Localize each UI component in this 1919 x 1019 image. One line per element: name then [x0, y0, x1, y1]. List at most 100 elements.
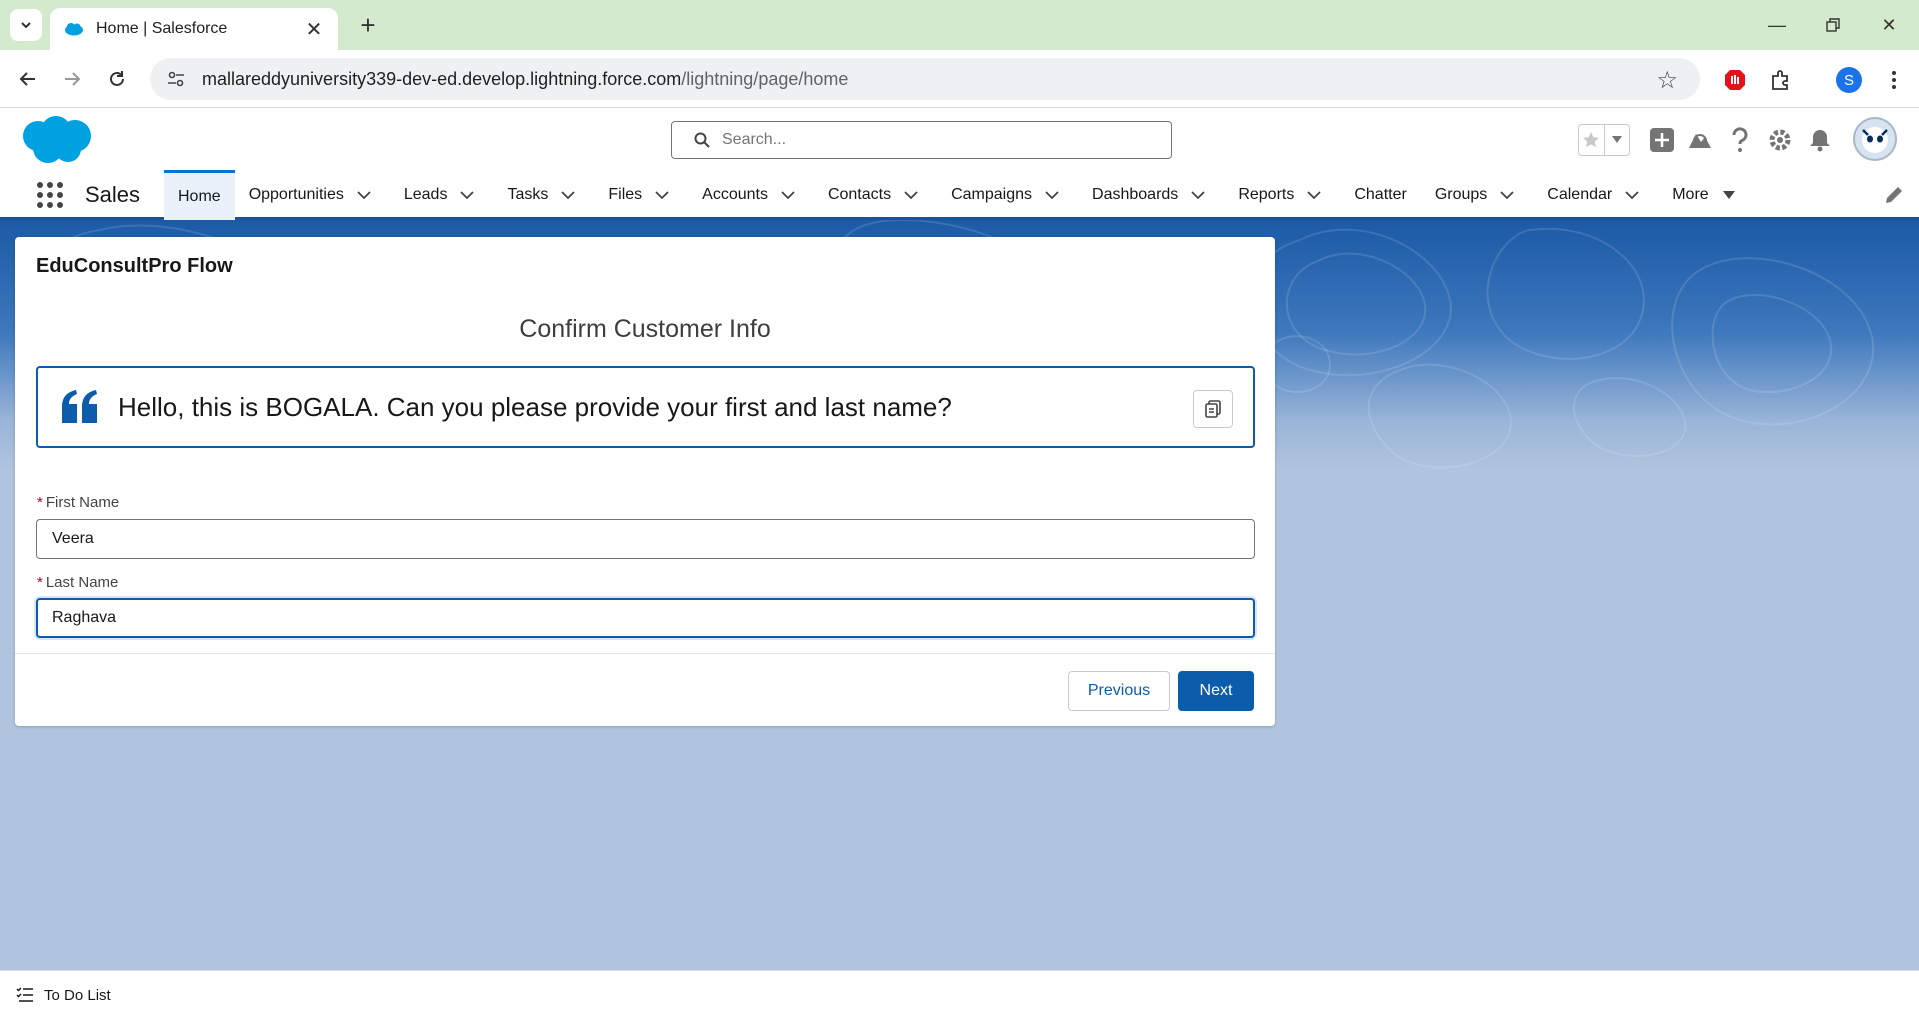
favorites-button-group [1578, 124, 1630, 156]
copy-button[interactable] [1193, 390, 1233, 428]
nav-item-calendar[interactable]: Calendar [1533, 170, 1658, 220]
favorites-dropdown-icon[interactable] [1603, 125, 1630, 155]
next-button[interactable]: Next [1178, 671, 1254, 711]
url-path: /lightning/page/home [681, 68, 849, 89]
user-avatar[interactable] [1853, 117, 1897, 161]
caret-down-icon[interactable] [1721, 190, 1737, 200]
minimize-icon[interactable]: — [1757, 10, 1797, 40]
chevron-down-icon[interactable] [903, 190, 919, 200]
first-name-input[interactable] [36, 519, 1255, 559]
chevron-down-icon[interactable] [1190, 190, 1206, 200]
global-header [0, 108, 1919, 170]
quote-icon [62, 390, 97, 423]
last-name-label: * Last Name [37, 574, 119, 591]
chevron-down-icon[interactable] [1306, 190, 1322, 200]
nav-item-label: Opportunities [248, 186, 344, 203]
search-input[interactable] [722, 131, 1142, 149]
nav-item-label: Contacts [827, 186, 892, 203]
nav-item-more[interactable]: More [1658, 170, 1754, 220]
chevron-down-icon[interactable] [654, 190, 670, 200]
chevron-down-icon[interactable] [356, 190, 372, 200]
bookmark-star-icon[interactable]: ☆ [1656, 66, 1678, 95]
app-navigation-bar: Sales Home Opportunities Leads Tasks Files Ac… [0, 170, 1919, 220]
chevron-down-icon[interactable] [1624, 190, 1640, 200]
site-info-icon[interactable] [164, 67, 188, 91]
search-icon [694, 132, 710, 148]
flow-footer-divider [15, 653, 1275, 654]
copy-icon [1205, 400, 1221, 418]
nav-item-label: Leads [403, 186, 448, 203]
browser-menu-icon[interactable] [1880, 66, 1908, 94]
nav-item-files[interactable]: Files [594, 170, 688, 220]
quote-text: Hello, this is BOGALA. Can you please pr… [118, 391, 952, 422]
trailhead-guidance-icon[interactable] [1684, 124, 1716, 156]
previous-button[interactable]: Previous [1068, 671, 1170, 711]
forward-icon[interactable] [56, 63, 88, 95]
favorite-star-icon[interactable] [1579, 125, 1604, 155]
edit-nav-pencil-icon[interactable] [1883, 184, 1905, 206]
new-tab-button[interactable]: + [352, 9, 384, 41]
nav-item-label: Chatter [1354, 186, 1407, 203]
chevron-down-icon[interactable] [1499, 190, 1515, 200]
browser-tab-strip: Home | Salesforce ✕ + — ✕ [0, 0, 1919, 50]
reload-icon[interactable] [101, 63, 133, 95]
nav-item-label: Reports [1238, 186, 1295, 203]
nav-item-groups[interactable]: Groups [1421, 170, 1533, 220]
nav-item-label: Files [608, 186, 643, 203]
nav-item-label: Campaigns [951, 186, 1033, 203]
back-icon[interactable] [12, 63, 44, 95]
app-name: Sales [85, 182, 141, 207]
nav-item-leads[interactable]: Leads [390, 170, 494, 220]
salesforce-favicon-icon [65, 23, 83, 36]
restore-icon[interactable] [1813, 10, 1853, 40]
nav-item-home[interactable]: Home [164, 170, 235, 220]
astro-avatar-icon [1862, 127, 1888, 153]
todo-list-button[interactable]: To Do List [44, 987, 111, 1004]
chevron-down-icon[interactable] [459, 190, 475, 200]
nav-item-tasks[interactable]: Tasks [493, 170, 594, 220]
browser-toolbar: mallareddyuniversity339-dev-ed.develop.l… [0, 50, 1919, 108]
global-search[interactable] [671, 121, 1172, 159]
url-host: mallareddyuniversity339-dev-ed.develop.l… [202, 68, 682, 89]
close-window-icon[interactable]: ✕ [1869, 10, 1909, 40]
nav-item-opportunities[interactable]: Opportunities [235, 170, 390, 220]
app-launcher-icon[interactable] [35, 180, 65, 210]
required-mark: * [37, 494, 43, 511]
nav-item-label: Home [178, 187, 221, 205]
chevron-down-icon[interactable] [780, 190, 796, 200]
todo-list-icon [16, 987, 33, 1002]
script-quote-box: Hello, this is BOGALA. Can you please pr… [36, 366, 1255, 448]
global-actions-add-icon[interactable] [1646, 124, 1678, 156]
nav-item-dashboards[interactable]: Dashboards [1078, 170, 1224, 220]
last-name-input[interactable] [36, 598, 1255, 638]
salesforce-logo[interactable] [18, 114, 94, 166]
extensions-puzzle-icon[interactable] [1767, 66, 1795, 94]
chevron-down-icon[interactable] [560, 190, 576, 200]
nav-item-chatter[interactable]: Chatter [1340, 170, 1420, 220]
nav-item-reports[interactable]: Reports [1224, 170, 1340, 220]
nav-item-contacts[interactable]: Contacts [814, 170, 937, 220]
tab-close-icon[interactable]: ✕ [304, 17, 324, 42]
nav-item-label: More [1672, 186, 1709, 203]
nav-item-label: Calendar [1547, 186, 1613, 203]
tab-search-button[interactable] [10, 9, 42, 41]
chevron-down-icon[interactable] [1044, 190, 1060, 200]
flow-card: EduConsultPro Flow Confirm Customer Info… [15, 237, 1275, 726]
nav-item-campaigns[interactable]: Campaigns [937, 170, 1078, 220]
nav-items: Home Opportunities Leads Tasks Files Accounts… [164, 170, 1755, 220]
help-icon[interactable] [1724, 124, 1756, 156]
setup-gear-icon[interactable] [1764, 124, 1796, 156]
chevron-down-icon [21, 22, 31, 29]
browser-tab[interactable]: Home | Salesforce ✕ [50, 8, 338, 50]
required-mark: * [37, 574, 43, 591]
adblock-extension-icon[interactable] [1721, 66, 1749, 94]
browser-profile-avatar[interactable]: S [1836, 67, 1862, 93]
notifications-bell-icon[interactable] [1804, 124, 1836, 156]
tab-title: Home | Salesforce [96, 20, 228, 37]
first-name-label: * First Name [37, 494, 120, 511]
flow-title: EduConsultPro Flow [36, 255, 233, 277]
nav-item-label: Accounts [702, 186, 768, 203]
nav-item-label: Groups [1434, 186, 1488, 203]
nav-item-accounts[interactable]: Accounts [688, 170, 814, 220]
address-bar[interactable]: mallareddyuniversity339-dev-ed.develop.l… [150, 58, 1700, 100]
